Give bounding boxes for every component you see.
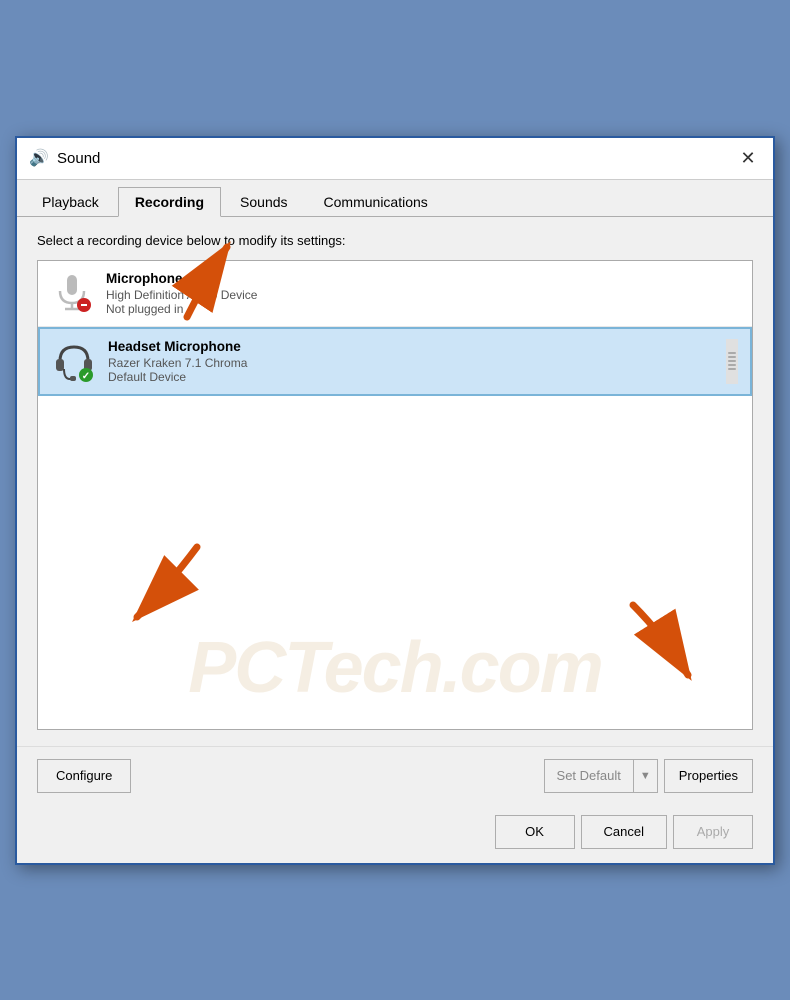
set-default-group: Set Default ▼ bbox=[544, 759, 658, 793]
device-list: Microphone High Definition Audio Device … bbox=[37, 260, 753, 730]
bottom-buttons-row: OK Cancel Apply bbox=[17, 805, 773, 863]
sound-icon: 🔊 bbox=[29, 148, 49, 168]
microphone-icon-container bbox=[50, 271, 94, 315]
apply-button[interactable]: Apply bbox=[673, 815, 753, 849]
instruction-text: Select a recording device below to modif… bbox=[37, 233, 753, 248]
ok-button[interactable]: OK bbox=[495, 815, 575, 849]
configure-button[interactable]: Configure bbox=[37, 759, 131, 793]
close-button[interactable]: ✕ bbox=[735, 145, 761, 171]
tab-sounds[interactable]: Sounds bbox=[223, 187, 304, 217]
set-default-button[interactable]: Set Default bbox=[545, 760, 633, 792]
microphone-name: Microphone bbox=[106, 271, 740, 286]
set-default-dropdown-button[interactable]: ▼ bbox=[633, 760, 657, 792]
microphone-status: Not plugged in bbox=[106, 302, 740, 316]
microphone-svg bbox=[50, 271, 94, 315]
headset-svg: ✓ bbox=[52, 339, 96, 383]
microphone-sub: High Definition Audio Device bbox=[106, 288, 740, 302]
action-buttons-row: Configure Set Default ▼ Properties bbox=[17, 746, 773, 805]
headset-info: Headset Microphone Razer Kraken 7.1 Chro… bbox=[108, 339, 726, 384]
watermark: PCTech.com bbox=[188, 627, 601, 709]
dialog-title: Sound bbox=[57, 150, 735, 167]
svg-text:✓: ✓ bbox=[82, 371, 90, 382]
device-item-microphone[interactable]: Microphone High Definition Audio Device … bbox=[38, 261, 752, 327]
scrollbar-hint bbox=[726, 339, 738, 384]
cancel-button[interactable]: Cancel bbox=[581, 815, 667, 849]
tab-playback[interactable]: Playback bbox=[25, 187, 116, 217]
tab-bar: Playback Recording Sounds Communications bbox=[17, 180, 773, 217]
title-bar: 🔊 Sound ✕ bbox=[17, 138, 773, 180]
sound-dialog: 🔊 Sound ✕ Playback Recording Sounds Comm… bbox=[15, 136, 775, 865]
properties-button[interactable]: Properties bbox=[664, 759, 753, 793]
headset-sub: Razer Kraken 7.1 Chroma bbox=[108, 356, 726, 370]
microphone-info: Microphone High Definition Audio Device … bbox=[106, 271, 740, 316]
device-item-headset[interactable]: ✓ Headset Microphone Razer Kraken 7.1 Ch… bbox=[38, 327, 752, 396]
tab-recording[interactable]: Recording bbox=[118, 187, 221, 217]
headset-icon-container: ✓ bbox=[52, 339, 96, 383]
tab-communications[interactable]: Communications bbox=[307, 187, 445, 217]
headset-status: Default Device bbox=[108, 370, 726, 384]
headset-name: Headset Microphone bbox=[108, 339, 726, 354]
dialog-body: Select a recording device below to modif… bbox=[17, 217, 773, 746]
